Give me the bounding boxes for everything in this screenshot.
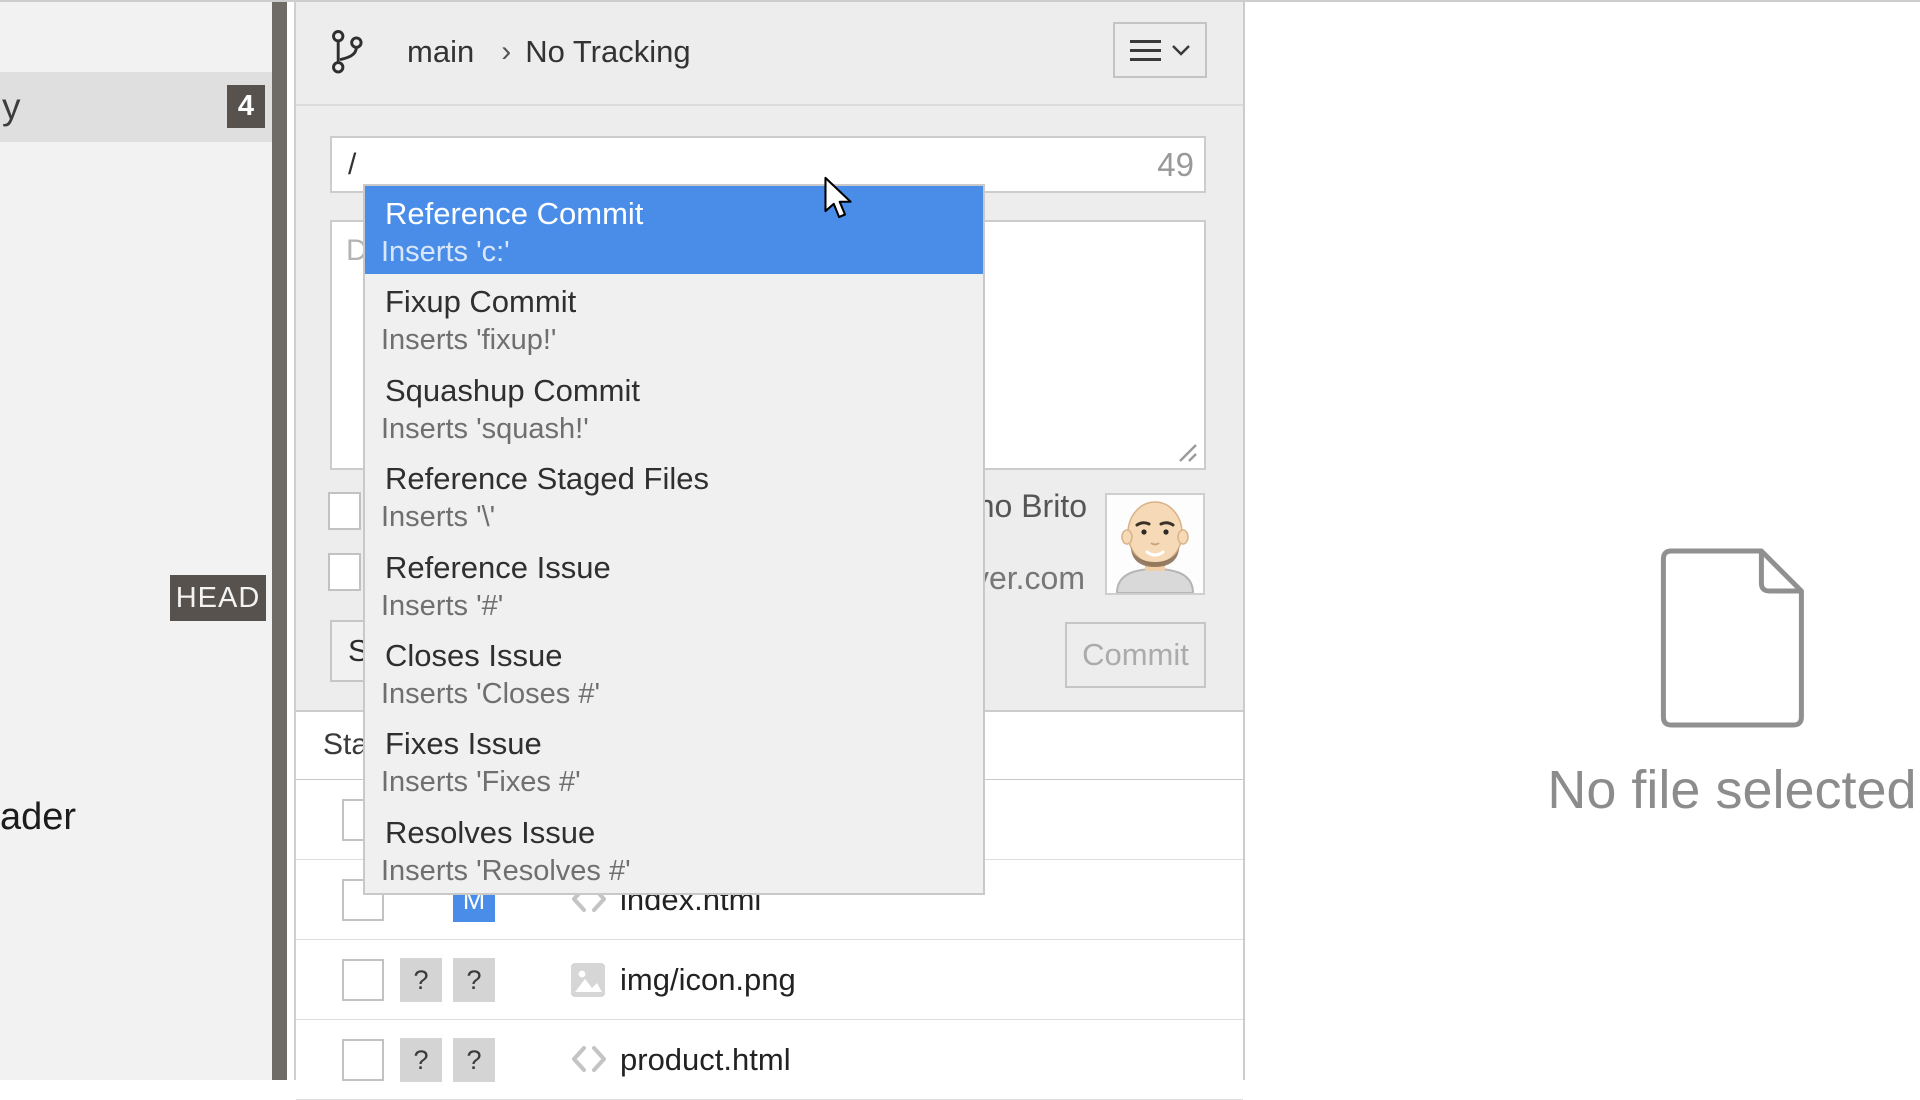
autocomplete-item[interactable]: Reference Staged FilesInserts '\'	[365, 451, 983, 539]
autocomplete-item-subtitle: Inserts 'Fixes #'	[381, 764, 983, 801]
resize-grip-icon[interactable]	[1176, 441, 1198, 463]
autocomplete-item-title: Squashup Commit	[385, 370, 983, 411]
branch-icon	[330, 24, 364, 80]
mouse-cursor	[824, 176, 858, 224]
hamburger-icon	[1130, 40, 1161, 61]
empty-state: No file selected	[1547, 545, 1916, 821]
window-top-border	[0, 0, 1920, 2]
autocomplete-item-subtitle: Inserts '\'	[381, 499, 983, 536]
image-icon	[570, 962, 606, 1003]
untracked-status-badge: ?	[400, 958, 442, 1002]
sidebar: y 4 HEAD ader	[0, 0, 272, 1080]
code-icon	[570, 1042, 608, 1081]
autocomplete-item-subtitle: Inserts '#'	[381, 588, 983, 625]
autocomplete-menu: Reference CommitInserts 'c:'Fixup Commit…	[363, 184, 985, 895]
untracked-status-badge: ?	[453, 1038, 495, 1082]
autocomplete-item-title: Reference Issue	[385, 547, 983, 588]
author-avatar[interactable]	[1105, 493, 1205, 595]
file-preview-panel: No file selected	[1243, 0, 1920, 1080]
branch-toolbar: main › No Tracking	[296, 0, 1243, 106]
change-count-badge: 4	[227, 85, 265, 128]
file-row[interactable]: ?? img/icon.png	[296, 940, 1243, 1020]
autocomplete-item-subtitle: Inserts 'c:'	[381, 234, 983, 271]
panel-gutter	[287, 0, 296, 1080]
tracking-status[interactable]: No Tracking	[525, 34, 690, 70]
autocomplete-item-title: Fixup Commit	[385, 281, 983, 322]
commit-button[interactable]: Commit	[1065, 622, 1206, 688]
breadcrumb-separator: ›	[501, 35, 511, 69]
working-copy-panel: main › No Tracking 49 D no Brito ver.com	[296, 0, 1243, 1080]
autocomplete-item[interactable]: Reference CommitInserts 'c:'	[365, 186, 983, 274]
empty-file-icon	[1657, 545, 1807, 731]
autocomplete-item-title: Reference Commit	[385, 193, 983, 234]
autocomplete-item-subtitle: Inserts 'Closes #'	[381, 676, 983, 713]
author-name[interactable]: no Brito	[977, 488, 1087, 525]
untracked-status-badge: ?	[453, 958, 495, 1002]
autocomplete-item[interactable]: Reference IssueInserts '#'	[365, 540, 983, 628]
autocomplete-item[interactable]: Fixes IssueInserts 'Fixes #'	[365, 716, 983, 804]
toolbar-menu-button[interactable]	[1113, 22, 1207, 78]
autocomplete-item-title: Reference Staged Files	[385, 458, 983, 499]
autocomplete-item-subtitle: Inserts 'Resolves #'	[381, 853, 983, 890]
empty-state-text: No file selected	[1547, 759, 1916, 821]
file-name: product.html	[620, 1042, 791, 1078]
autocomplete-item-title: Fixes Issue	[385, 723, 983, 764]
file-list-header-label: Sta	[323, 728, 368, 762]
autocomplete-item-subtitle: Inserts 'fixup!'	[381, 322, 983, 359]
file-stage-checkbox[interactable]	[342, 959, 384, 1001]
file-row[interactable]: ?? product.html	[296, 1020, 1243, 1100]
sidebar-item-working-copy[interactable]: y 4	[0, 72, 272, 142]
untracked-status-badge: ?	[400, 1038, 442, 1082]
autocomplete-item[interactable]: Fixup CommitInserts 'fixup!'	[365, 274, 983, 362]
autocomplete-item[interactable]: Squashup CommitInserts 'squash!'	[365, 363, 983, 451]
composer-option-checkbox[interactable]	[328, 553, 361, 591]
head-badge: HEAD	[170, 575, 266, 621]
autocomplete-item[interactable]: Resolves IssueInserts 'Resolves #'	[365, 805, 983, 893]
sidebar-branch-label[interactable]: ader	[0, 795, 76, 839]
file-stage-checkbox[interactable]	[342, 1039, 384, 1081]
author-email[interactable]: ver.com	[973, 560, 1085, 597]
chevron-down-icon	[1172, 45, 1190, 56]
autocomplete-item-title: Closes Issue	[385, 635, 983, 676]
subject-char-counter: 49	[1157, 146, 1194, 184]
sidebar-splitter[interactable]	[272, 0, 287, 1080]
autocomplete-item-title: Resolves Issue	[385, 812, 983, 853]
autocomplete-item[interactable]: Closes IssueInserts 'Closes #'	[365, 628, 983, 716]
autocomplete-item-subtitle: Inserts 'squash!'	[381, 411, 983, 448]
file-name: img/icon.png	[620, 962, 796, 998]
sidebar-item-label: y	[2, 86, 21, 128]
branch-name[interactable]: main	[407, 34, 474, 70]
composer-option-checkbox[interactable]	[328, 492, 361, 530]
